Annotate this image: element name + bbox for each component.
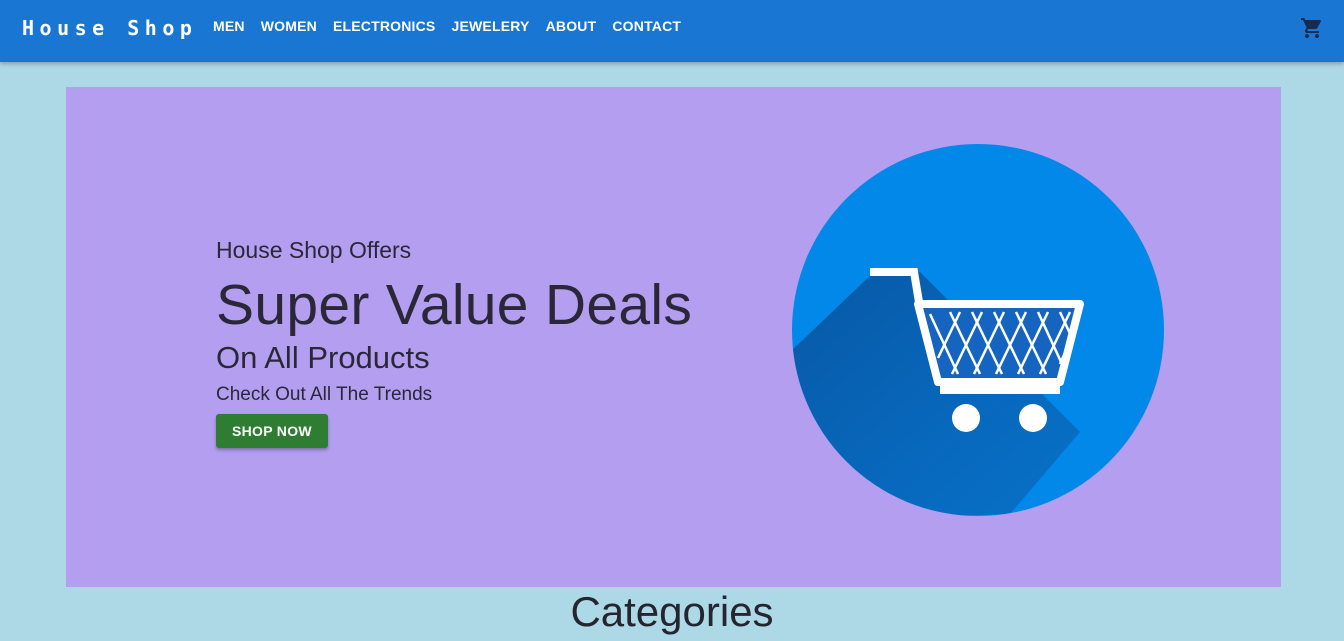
hero-headline: Super Value Deals (216, 273, 693, 337)
nav-link-contact[interactable]: CONTACT (604, 18, 689, 34)
shopping-cart-icon (1301, 18, 1322, 38)
hero-eyebrow: House Shop Offers (216, 237, 412, 263)
nav-link-electronics[interactable]: ELECTRONICS (325, 18, 444, 34)
brand-logo[interactable]: House Shop (22, 16, 197, 40)
nav-link-women[interactable]: WOMEN (253, 18, 325, 34)
shopping-cart-circle-icon (792, 144, 1164, 516)
main-nav: MEN WOMEN ELECTRONICS JEWELERY ABOUT CON… (205, 18, 689, 34)
hero-subheadline: On All Products (216, 340, 430, 375)
hero-tagline: Check Out All The Trends (216, 384, 433, 405)
nav-link-jewelery[interactable]: JEWELERY (443, 18, 537, 34)
app-bar: House Shop MEN WOMEN ELECTRONICS JEWELER… (0, 0, 1344, 62)
nav-link-about[interactable]: ABOUT (538, 18, 605, 34)
cart-illustration (790, 142, 1166, 518)
cart-button[interactable] (1300, 14, 1324, 42)
categories-heading: Categories (570, 588, 774, 635)
shop-now-button[interactable]: SHOP NOW (216, 414, 328, 448)
hero-text: House Shop Offers Super Value Deals On A… (216, 237, 692, 448)
hero-banner: House Shop Offers Super Value Deals On A… (66, 87, 1281, 587)
nav-link-men[interactable]: MEN (205, 18, 253, 34)
